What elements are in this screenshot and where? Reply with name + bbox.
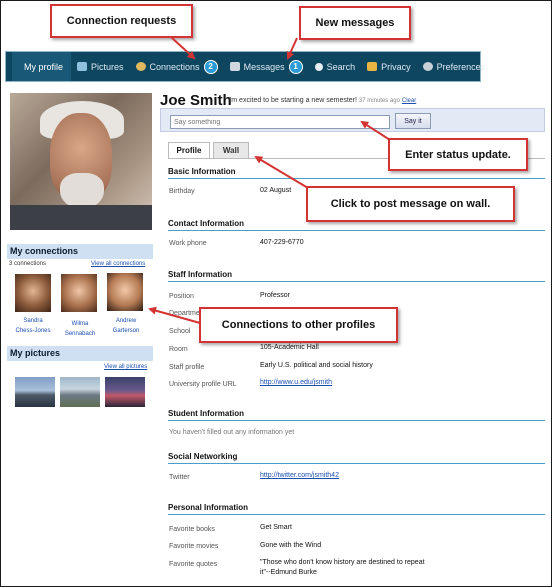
personal-info-heading: Personal Information [168, 503, 545, 515]
status-text: I'm excited to be starting a new semeste… [228, 97, 357, 104]
nav-item-label: Pictures [91, 61, 124, 72]
nav-privacy[interactable]: Privacy [361, 52, 417, 81]
student-info-heading: Student Information [168, 409, 545, 421]
my-pictures-heading: My pictures [7, 346, 153, 361]
picture-thumbnail[interactable] [105, 377, 145, 407]
profile-url-label: University profile URL [169, 381, 237, 388]
view-all-pictures-link[interactable]: View all pictures [104, 364, 147, 370]
favorite-books-value: Get Smart [260, 524, 292, 531]
nav-connections[interactable]: Connections 2 [130, 52, 224, 81]
tab-wall[interactable]: Wall [213, 142, 249, 158]
nav-item-label: Messages [243, 61, 285, 72]
main-nav: My profile Pictures Connections 2 Messag… [5, 51, 485, 82]
work-phone-value: 407-229-6770 [260, 239, 304, 246]
callout-status-update: Enter status update. [388, 138, 528, 171]
gear-icon [422, 62, 433, 71]
favorite-quotes-label: Favorite quotes [169, 561, 218, 568]
nav-item-label: My profile [24, 61, 64, 72]
view-all-connections-link[interactable]: View all connections [91, 261, 145, 267]
pictures-icon [77, 62, 88, 71]
social-networking-heading: Social Networking [168, 452, 545, 464]
connection-requests-badge[interactable]: 2 [203, 59, 218, 74]
connection-avatar[interactable] [15, 274, 51, 312]
connection-name[interactable]: Sandra Chess-Jones [11, 316, 55, 336]
student-info-empty: You haven't filled out any information y… [169, 429, 295, 436]
favorite-books-label: Favorite books [169, 526, 215, 533]
connection-avatar[interactable] [61, 274, 97, 312]
callout-connection-requests: Connection requests [50, 4, 193, 38]
room-label: Room [169, 346, 188, 353]
room-value: 105-Academic Hall [260, 344, 319, 351]
connections-count: 3 connections [9, 261, 47, 267]
favorite-quotes-value-line2: it"--Edmund Burke [260, 569, 317, 576]
callout-post-wall: Click to post message on wall. [306, 186, 515, 222]
status-input[interactable] [170, 115, 390, 129]
position-value: Professor [260, 292, 290, 299]
staff-profile-label: Staff profile [169, 364, 205, 371]
connection-name[interactable]: Wilma Sennabach [58, 319, 102, 339]
search-icon [314, 62, 323, 71]
twitter-label: Twitter [169, 474, 190, 481]
nav-item-label: Connections [149, 61, 200, 72]
birthday-label: Birthday [169, 188, 195, 195]
profile-url-link[interactable]: http://www.u.edu/jsmith [260, 379, 332, 386]
my-connections-heading: My connections [7, 244, 153, 259]
connection-name[interactable]: Andrew Garterson [104, 316, 148, 336]
picture-thumbnail[interactable] [15, 377, 55, 407]
favorite-movies-label: Favorite movies [169, 543, 219, 550]
nav-item-label: Preferences [436, 61, 486, 72]
connections-icon [135, 62, 146, 71]
tab-profile[interactable]: Profile [168, 142, 210, 158]
callout-connections-profiles: Connections to other profiles [199, 307, 398, 343]
lock-icon [367, 62, 378, 71]
current-status: I'm excited to be starting a new semeste… [228, 97, 416, 104]
nav-messages[interactable]: Messages 1 [224, 52, 309, 81]
nav-pictures[interactable]: Pictures [71, 52, 130, 81]
profile-photo[interactable] [10, 93, 152, 230]
messages-icon [229, 62, 240, 71]
nav-item-label: Privacy [381, 61, 411, 72]
position-label: Position [169, 293, 194, 300]
nav-item-label: Search [326, 61, 356, 72]
connection-avatar[interactable] [107, 273, 143, 311]
clear-status-link[interactable]: Clear [402, 98, 416, 104]
say-it-button[interactable]: Say it [395, 113, 431, 129]
nav-my-profile[interactable]: My profile [12, 52, 72, 81]
twitter-link[interactable]: http://twitter.com/jsmith42 [260, 472, 339, 479]
status-time: 37 minutes ago [358, 98, 400, 104]
staff-profile-value: Early U.S. political and social history [260, 362, 373, 369]
work-phone-label: Work phone [169, 240, 207, 247]
callout-new-messages: New messages [299, 6, 411, 40]
picture-thumbnail[interactable] [60, 377, 100, 407]
staff-info-heading: Staff Information [168, 270, 545, 282]
profile-name: Joe Smith [160, 92, 232, 109]
new-messages-badge[interactable]: 1 [288, 59, 303, 74]
nav-search[interactable]: Search [309, 52, 362, 81]
birthday-value: 02 August [260, 187, 292, 194]
school-label: School [169, 328, 191, 335]
favorite-quotes-value-line1: "Those who don't know history are destin… [260, 559, 425, 566]
nav-preferences[interactable]: Preferences [417, 52, 492, 81]
favorite-movies-value: Gone with the Wind [260, 542, 322, 549]
